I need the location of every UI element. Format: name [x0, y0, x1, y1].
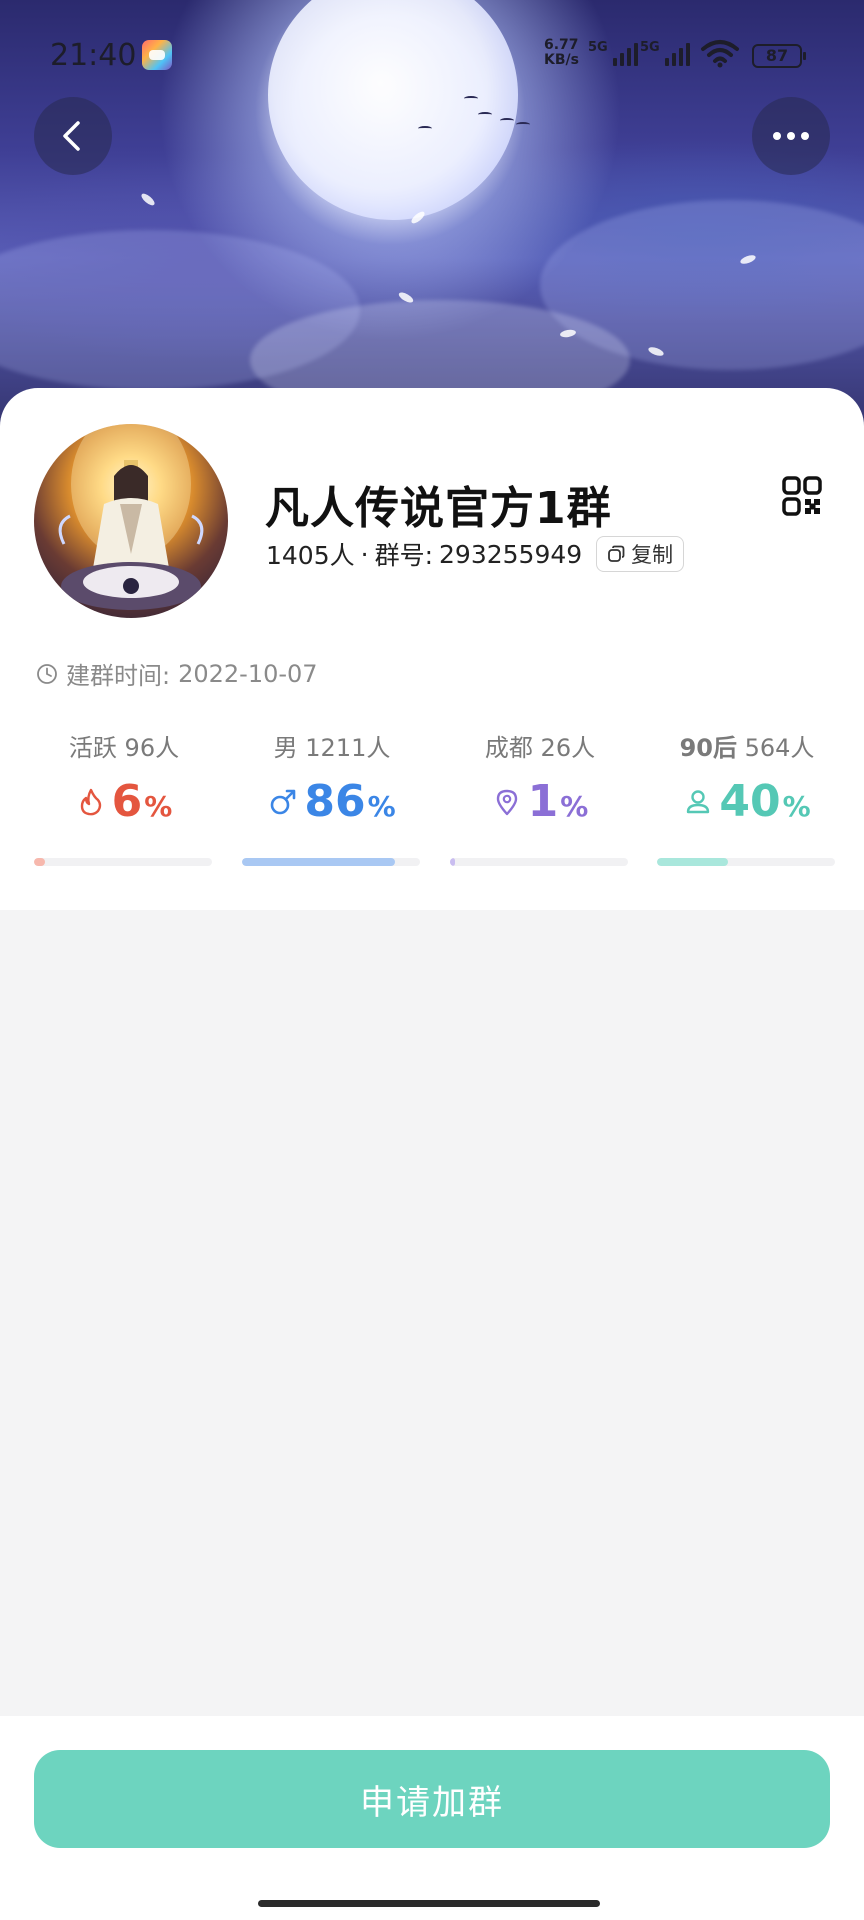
- chevron-left-icon: [63, 121, 80, 151]
- more-dots-icon: [773, 132, 809, 140]
- signal-icon: 5G: [588, 40, 638, 66]
- home-indicator: [258, 1900, 600, 1907]
- stat-age: 90后 564人 40%: [657, 728, 837, 878]
- created-label: 建群时间:: [66, 662, 171, 690]
- stat-label: 90后 564人: [679, 734, 815, 762]
- created-date: 2022-10-07: [178, 659, 318, 688]
- fire-icon: [80, 788, 101, 815]
- stat-label: 活跃 96人: [68, 734, 180, 762]
- stat-progress-track: [657, 858, 835, 866]
- group-name: 凡人传说官方1群: [265, 483, 612, 534]
- member-count: 1405人: [266, 541, 355, 570]
- stat-progress-fill: [450, 858, 456, 866]
- bottom-action-bar: 申请加群: [0, 1716, 864, 1920]
- stat-progress-track: [450, 858, 628, 866]
- stat-label: 男 1211人: [273, 734, 391, 762]
- meta-separator: ·: [360, 539, 369, 569]
- stat-value: 86%: [242, 776, 422, 827]
- status-time: 21:40: [50, 38, 137, 73]
- stat-active: 活跃 96人 6%: [34, 728, 214, 878]
- bird-shape: [478, 112, 492, 117]
- battery-indicator: 87: [752, 44, 806, 68]
- copy-icon: [608, 545, 625, 562]
- person-icon: [687, 789, 710, 813]
- stat-progress-track: [242, 858, 420, 866]
- copy-button[interactable]: 复制: [596, 536, 685, 572]
- stat-value: 1%: [450, 776, 630, 827]
- signal-label: 5G: [588, 40, 608, 55]
- copy-label: 复制: [631, 543, 674, 567]
- group-info-card: 凡人传说官方1群 1405人 · 群号: 293255949 复制 建群时间: …: [0, 388, 864, 910]
- stat-progress-fill: [34, 858, 45, 866]
- created-time: 建群时间: 2022-10-07: [36, 656, 318, 691]
- group-avatar[interactable]: [34, 424, 228, 618]
- stat-progress-track: [34, 858, 212, 866]
- stat-progress-fill: [242, 858, 396, 866]
- game-app-icon: [142, 40, 172, 70]
- network-speed-unit: KB/s: [544, 52, 579, 68]
- bird-shape: [418, 126, 432, 131]
- group-stats: 活跃 96人 6% 男 1211人 86% 成都 26人 1 % 90后 564…: [0, 728, 864, 878]
- stat-value: 6%: [34, 776, 214, 827]
- group-meta: 1405人 · 群号: 293255949 复制: [266, 536, 685, 572]
- stat-male: 男 1211人 86%: [242, 728, 422, 878]
- group-id-value: 293255949: [439, 539, 583, 569]
- stat-location: 成都 26人 1%: [450, 728, 630, 878]
- signal-label: 5G: [640, 40, 660, 55]
- apply-join-button[interactable]: 申请加群: [34, 1750, 830, 1848]
- qr-code-icon[interactable]: [782, 476, 822, 516]
- network-speed: 6.77 KB/s: [544, 38, 579, 68]
- network-speed-value: 6.77: [544, 37, 579, 53]
- wifi-icon: [701, 40, 739, 68]
- stat-label: 成都 26人: [484, 734, 596, 762]
- location-pin-icon: [496, 789, 517, 815]
- clock-icon: [37, 663, 57, 684]
- stat-value: 40%: [657, 776, 837, 827]
- male-icon: [271, 789, 296, 814]
- more-button[interactable]: [752, 97, 830, 175]
- cultivator-figure-illustration: [58, 424, 204, 610]
- back-button[interactable]: [34, 97, 112, 175]
- bird-shape: [516, 122, 530, 127]
- status-bar: 21:40 6.77 KB/s 5G 5G 87: [0, 0, 864, 110]
- petal-shape: [139, 191, 157, 208]
- bird-shape: [500, 118, 514, 123]
- group-id-label: 群号:: [374, 541, 434, 570]
- stat-progress-fill: [657, 858, 729, 866]
- signal-icon: 5G: [640, 40, 690, 66]
